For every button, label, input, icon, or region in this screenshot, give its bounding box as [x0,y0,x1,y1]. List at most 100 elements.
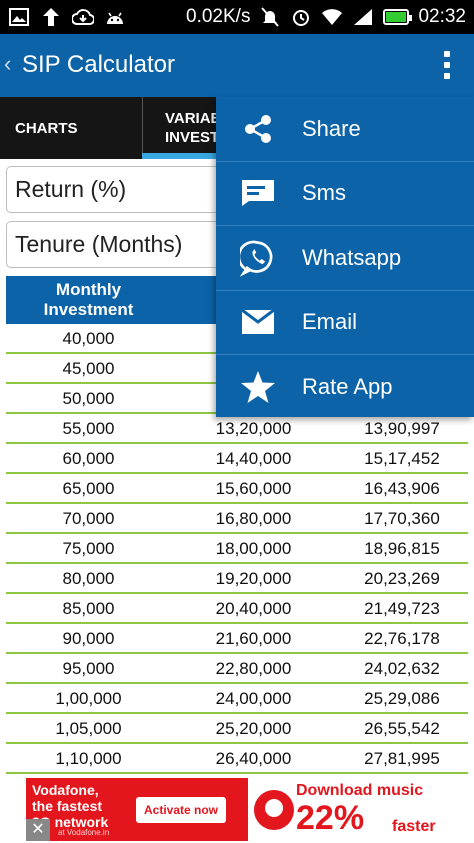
menu-item-email[interactable]: Email [216,291,474,355]
table-cell: 24,02,632 [364,659,440,678]
menu-label-whatsapp: Whatsapp [302,244,402,270]
table-cell: 16,43,906 [364,479,440,498]
ad-faster-text: faster [392,818,436,835]
whatsapp-icon [240,240,276,277]
chevron-left-icon[interactable]: ‹ [4,51,11,77]
table-cell: 70,000 [62,509,115,528]
ad-line1: Vodafone, [32,782,99,798]
tenure-placeholder: Tenure (Months) [15,231,183,257]
menu-item-sms[interactable]: Sms [216,162,474,226]
return-placeholder: Return (%) [15,176,127,202]
app-title: SIP Calculator [22,51,175,78]
table-cell: 75,000 [62,539,115,558]
menu-item-whatsapp[interactable]: Whatsapp [216,226,474,291]
table-cell: 27,81,995 [364,749,440,768]
table-cell: 45,000 [62,359,115,378]
upload-arrow-icon [40,6,62,28]
table-row: 60,000 14,40,000 15,17,452 [6,444,468,474]
table-cell: 1,10,000 [55,749,122,768]
ad-close-icon[interactable]: ✕ [26,819,50,841]
menu-label-rate-app: Rate App [302,374,393,400]
table-row: 70,000 16,80,000 17,70,360 [6,504,468,534]
table-cell: 18,00,000 [215,539,292,558]
share-menu: Share Sms Whatsapp Email Rate App [216,97,474,417]
table-row: 75,000 18,00,000 18,96,815 [6,534,468,564]
sms-icon [240,175,276,211]
table-cell: 60,000 [62,449,115,468]
table-cell: 17,70,360 [364,509,440,528]
status-bar: 0.02K/s 02:32 [0,0,474,34]
ad-banner[interactable]: Vodafone, the fastest 3G network at Voda… [26,778,448,841]
header-col1-line1: Monthly [55,280,122,299]
table-cell: 90,000 [62,629,115,648]
network-speed: 0.02K/s [186,6,251,27]
table-cell: 25,29,086 [364,689,440,708]
table-cell: 22,76,178 [364,629,440,648]
table-cell: 15,17,452 [364,449,440,468]
table-cell: 25,20,000 [215,719,292,738]
table-cell: 85,000 [62,599,115,618]
table-cell: 24,00,000 [215,689,292,708]
ad-percent: 22% [296,799,365,837]
table-cell: 19,20,000 [215,569,292,588]
table-cell: 21,60,000 [215,629,292,648]
ad-line2: the fastest [32,798,103,814]
ad-promo-panel: Download music 22% faster [248,778,448,841]
cloud-download-icon [72,6,94,28]
android-icon [104,6,126,28]
table-cell: 1,00,000 [55,689,122,708]
gallery-icon [8,6,30,28]
tab-variable-label-line1: VARIAB [165,110,222,127]
table-row: 95,000 22,80,000 24,02,632 [6,654,468,684]
app-screen: 0.02K/s 02:32 ‹ SIP Calculator CHARTS VA… [0,0,474,843]
vodafone-logo-icon [254,790,294,830]
table-cell: 55,000 [62,419,115,438]
menu-item-share[interactable]: Share [216,97,474,162]
tab-charts[interactable]: CHARTS [15,97,78,159]
table-row: 1,05,000 25,20,000 26,55,542 [6,714,468,744]
tab-charts-label: CHARTS [15,119,78,137]
table-cell: 26,55,542 [364,719,440,738]
table-row: 65,000 15,60,000 16,43,906 [6,474,468,504]
table-cell: 50,000 [62,389,115,408]
wifi-icon [321,6,343,28]
signal-icon [352,6,374,28]
star-icon [240,369,276,405]
table-row: 1,10,000 26,40,000 27,81,995 [6,744,468,774]
table-cell: 20,40,000 [215,599,292,618]
table-cell: 65,000 [62,479,115,498]
table-cell: 26,40,000 [215,749,292,768]
table-cell: 22,80,000 [215,659,292,678]
table-row: 1,00,000 24,00,000 25,29,086 [6,684,468,714]
mute-icon [259,6,281,28]
table-cell: 80,000 [62,569,115,588]
menu-label-share: Share [302,115,361,141]
table-cell: 16,80,000 [215,509,292,528]
table-row: 80,000 19,20,000 20,23,269 [6,564,468,594]
overflow-menu-icon[interactable] [444,51,452,79]
clock: 02:32 [418,6,466,27]
table-row: 90,000 21,60,000 22,76,178 [6,624,468,654]
action-bar: ‹ SIP Calculator [0,34,474,97]
table-cell: 95,000 [62,659,115,678]
menu-label-email: Email [302,309,358,335]
battery-icon [383,9,413,25]
table-cell: 15,60,000 [215,479,292,498]
table-cell: 21,49,723 [364,599,440,618]
table-row: 85,000 20,40,000 21,49,723 [6,594,468,624]
menu-item-rate-app[interactable]: Rate App [216,355,474,420]
email-icon [240,304,276,340]
table-cell: 14,40,000 [215,449,292,468]
table-cell: 18,96,815 [364,539,440,558]
tab-variable-label-line2: INVEST [165,129,220,146]
ad-fine-print: at Vodafone.in [58,828,110,837]
header-col1-line2: Investment [43,300,134,319]
menu-label-sms: Sms [302,180,346,206]
ad-activate-button[interactable]: Activate now [136,797,226,823]
table-cell: 1,05,000 [55,719,122,738]
share-icon [240,111,276,147]
table-cell: 20,23,269 [364,569,440,588]
alarm-icon [290,6,312,28]
header-monthly-investment: Monthly Investment [6,280,171,320]
table-cell: 40,000 [62,329,115,348]
